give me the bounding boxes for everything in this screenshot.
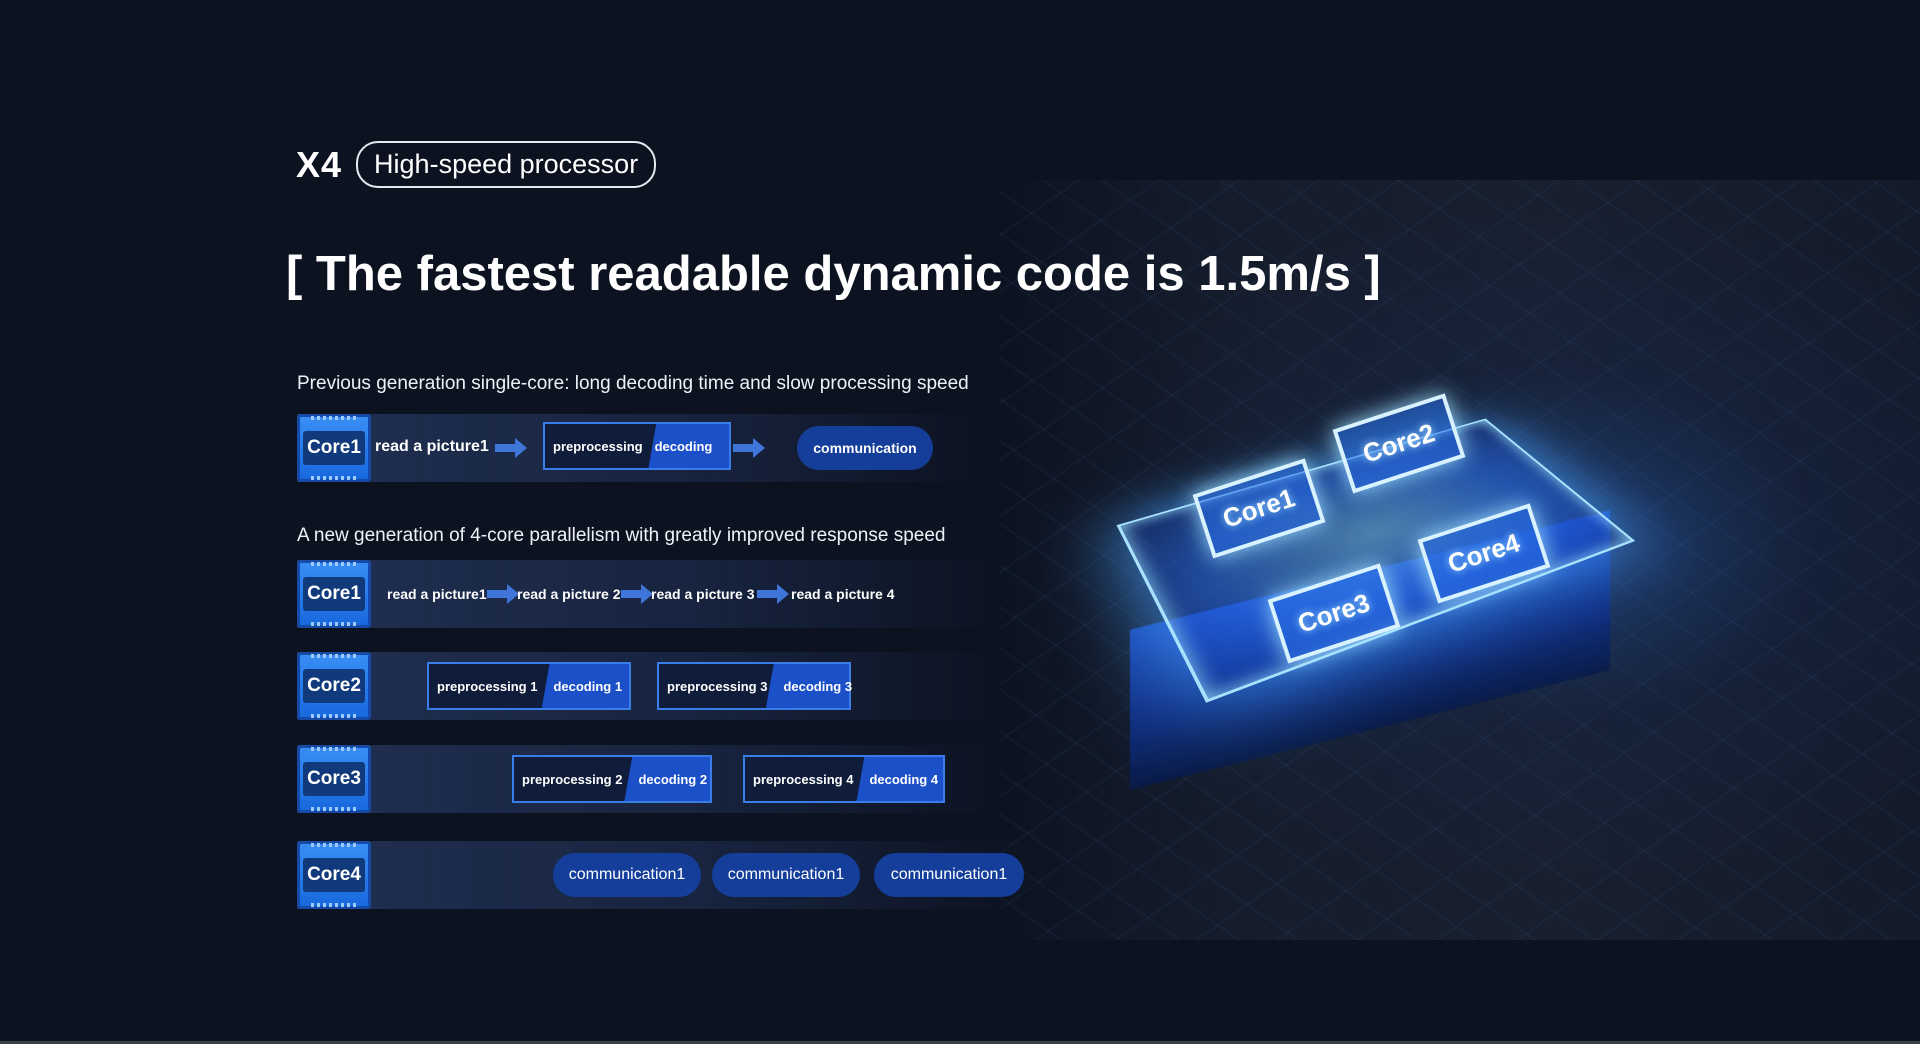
pre-decoding-box: preprocessing 2 decoding 2 [512,755,712,803]
core1-step: read a picture 2 [517,586,621,602]
core1-step: read a picture 4 [791,586,895,602]
communication-pill: communication1 [553,853,701,897]
pre-decoding-box: preprocessing 4 decoding 4 [743,755,945,803]
core1-row: Core1 read a picture1 read a picture 2 r… [297,560,1017,628]
single-core-label: Previous generation single-core: long de… [297,373,969,394]
core1-step: read a picture 3 [651,586,755,602]
core1-badge: Core1 [297,414,371,482]
arrow-icon [621,584,653,604]
pre-decoding-box: preprocessing 1 decoding 1 [427,662,631,710]
model-tagline-pill: High-speed processor [356,141,657,188]
product-header: X4 High-speed processor [296,141,657,188]
core1-badge: Core1 [297,560,371,628]
core4-row: Core4 communication1 communication1 comm… [297,841,1037,909]
core4-badge: Core4 [297,841,371,909]
arrow-icon [757,584,789,604]
quad-core-chip-illustration: Core1 Core2 Core3 Core4 [1090,380,1650,820]
communication-pill: communication1 [712,853,860,897]
single-core-row: Core1 read a picture1 preprocessing decod… [297,414,997,482]
communication-pill: communication [797,426,933,470]
core3-badge: Core3 [297,745,371,813]
arrow-icon [495,438,527,458]
quad-core-label: A new generation of 4-core parallelism w… [297,525,946,546]
step-read: read a picture1 [375,438,489,455]
core2-badge: Core2 [297,652,371,720]
headline: [ The fastest readable dynamic code is 1… [286,247,1381,301]
pre-decoding-box: preprocessing decoding [543,422,731,470]
pre-decoding-box: preprocessing 3 decoding 3 [657,662,852,710]
model-name: X4 [296,143,343,185]
core1-step: read a picture1 [387,586,487,602]
core3-row: Core3 preprocessing 2 decoding 2 preproce… [297,745,1017,813]
arrow-icon [487,584,519,604]
core2-row: Core2 preprocessing 1 decoding 1 preproce… [297,652,1017,720]
communication-pill: communication1 [874,853,1024,897]
arrow-icon [733,438,765,458]
